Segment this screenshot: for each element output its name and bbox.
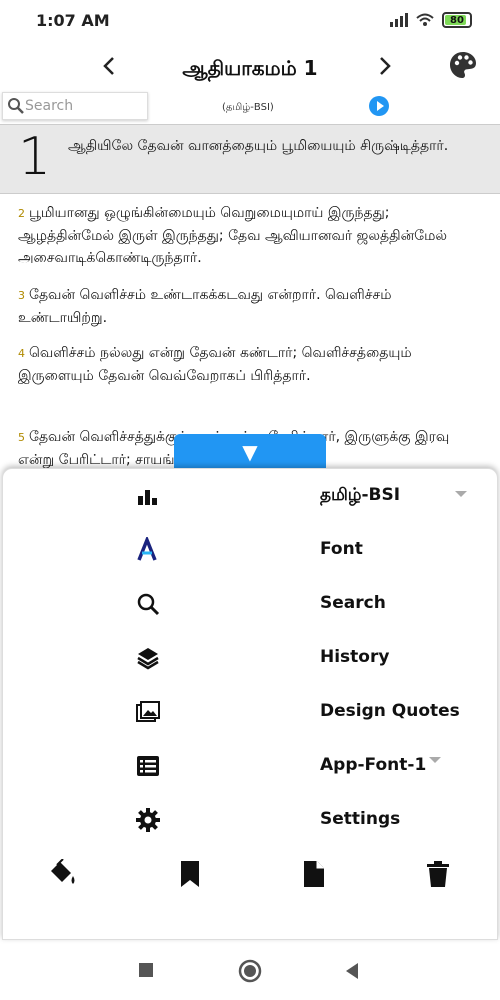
- verse-number: 3: [18, 289, 25, 302]
- menu-item-font[interactable]: Font: [3, 529, 499, 569]
- verse-2[interactable]: 2 பூமியானது ஒழுங்கின்மையும் வெறுமையுமாய் …: [18, 202, 484, 269]
- search-icon: [8, 98, 24, 114]
- dropdown-arrow-icon: [429, 757, 441, 763]
- chapter-number: 1: [18, 127, 52, 187]
- list-icon: [137, 756, 159, 776]
- signal-icon: [390, 13, 408, 27]
- palette-icon[interactable]: [448, 50, 478, 80]
- menu-item-version[interactable]: தமிழ்-BSI: [3, 475, 499, 515]
- verse-number: 4: [18, 347, 25, 360]
- menu-item-design-quotes[interactable]: Design Quotes: [3, 691, 499, 731]
- trash-icon[interactable]: [423, 859, 453, 889]
- verse-1-row[interactable]: 1 ஆதியிலே தேவன் வானத்தையும் பூமியையும் ச…: [0, 124, 500, 194]
- menu-item-settings[interactable]: Settings: [3, 799, 499, 839]
- play-audio-icon[interactable]: [369, 96, 389, 116]
- menu-item-label: Design Quotes: [320, 701, 460, 721]
- chapter-title: ஆதியாகமம் 1: [182, 56, 318, 80]
- verse-3[interactable]: 3 தேவன் வெளிச்சம் உண்டாகக்கடவது என்றார். …: [18, 284, 484, 329]
- verse-number: 2: [18, 207, 25, 220]
- dropdown-arrow-icon: [455, 491, 467, 497]
- bookmark-icon[interactable]: [175, 859, 205, 889]
- menu-item-label: History: [320, 647, 390, 667]
- verse-text: தேவன் வெளிச்சம் உண்டாகக்கடவது என்றார். வ…: [18, 287, 392, 326]
- battery-level: 80: [450, 14, 464, 26]
- verse-4[interactable]: 4 வெளிச்சம் நல்லது என்று தேவன் கண்டார்; வ…: [18, 342, 484, 387]
- menu-item-history[interactable]: History: [3, 637, 499, 677]
- battery-icon: 80: [442, 12, 472, 28]
- menu-item-label: Font: [320, 539, 363, 559]
- verse-text: வெளிச்சம் நல்லது என்று தேவன் கண்டார்; வெ…: [18, 345, 412, 384]
- image-icon: [136, 701, 160, 722]
- status-time: 1:07 AM: [36, 11, 110, 30]
- home-icon[interactable]: [238, 959, 262, 983]
- system-nav-bar: [0, 946, 500, 1000]
- gear-icon: [136, 808, 160, 832]
- verse-text: ஆதியிலே தேவன் வானத்தையும் பூமியையும் சிர…: [68, 138, 449, 154]
- document-icon[interactable]: [299, 859, 329, 889]
- menu-item-search[interactable]: Search: [3, 583, 499, 623]
- bar-chart-icon: [138, 490, 157, 505]
- font-icon: [137, 537, 157, 561]
- menu-item-label: தமிழ்-BSI: [320, 485, 401, 505]
- wifi-icon: [416, 13, 434, 26]
- menu-item-label: App-Font-1: [320, 755, 427, 775]
- search-placeholder: Search: [25, 98, 74, 114]
- sheet-toggle-button[interactable]: ▼: [174, 434, 326, 468]
- recents-icon[interactable]: [138, 962, 154, 978]
- verse-number: 5: [18, 431, 25, 444]
- menu-item-label: Settings: [320, 809, 401, 829]
- chevron-right-icon[interactable]: [378, 52, 392, 85]
- search-row: Search (தமிழ்-BSI): [0, 90, 500, 124]
- chapter-header: ஆதியாகமம் 1: [0, 44, 500, 92]
- menu-item-label: Search: [320, 593, 386, 613]
- paint-bucket-icon[interactable]: [47, 859, 77, 889]
- search-icon: [137, 593, 160, 616]
- chevron-down-icon: ▼: [242, 440, 258, 464]
- menu-item-app-font[interactable]: App-Font-1: [3, 745, 499, 785]
- verse-text: பூமியானது ஒழுங்கின்மையும் வெறுமையுமாய் இ…: [18, 205, 447, 266]
- back-icon[interactable]: [344, 962, 360, 980]
- status-bar: 1:07 AM 80: [0, 0, 500, 40]
- layers-icon: [137, 648, 159, 670]
- options-sheet: தமிழ்-BSI Font Search History Design Quo…: [2, 468, 498, 940]
- search-input[interactable]: Search: [2, 92, 148, 120]
- version-label: (தமிழ்-BSI): [222, 102, 274, 113]
